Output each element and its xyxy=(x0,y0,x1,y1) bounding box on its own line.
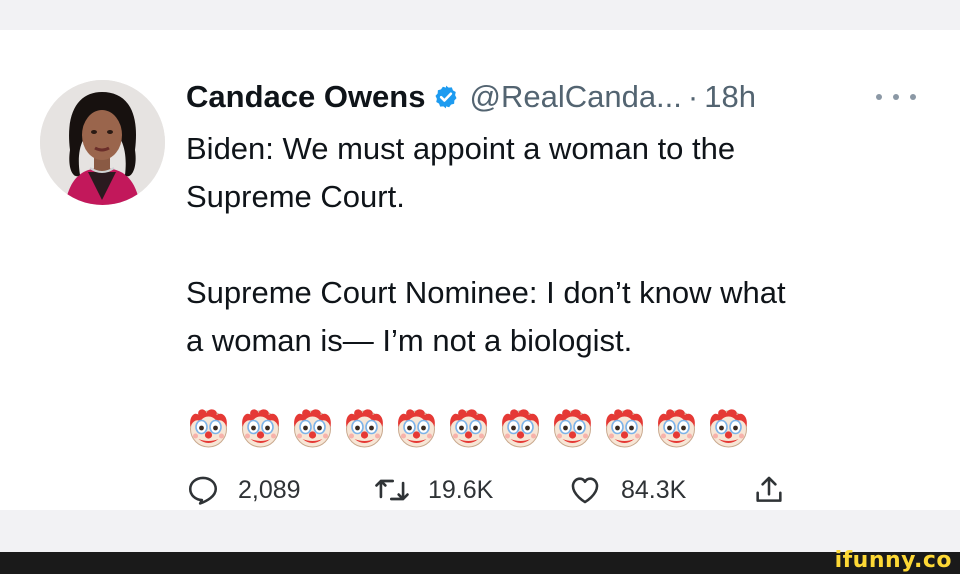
avatar[interactable] xyxy=(40,80,165,205)
tweet-text-line: Supreme Court. xyxy=(186,179,405,214)
more-dot xyxy=(910,94,916,100)
clown-emoji-icon xyxy=(190,409,227,448)
separator: · xyxy=(687,79,699,114)
retweet-icon xyxy=(375,479,409,501)
like-button[interactable]: 84.3K xyxy=(567,470,686,510)
footer-bar xyxy=(0,552,960,574)
author-name[interactable]: Candace Owens xyxy=(186,79,425,115)
clown-emoji-icon xyxy=(294,409,331,448)
like-count: 84.3K xyxy=(621,475,687,504)
more-dot xyxy=(876,94,882,100)
tweet-text-line: Biden: We must appoint a woman to the xyxy=(186,131,736,166)
clown-emoji-icon xyxy=(606,409,643,448)
tweet-text-line: a woman is— I’m not a biologist. xyxy=(186,323,633,358)
tweet-actions: 2,089 19.6K 84.3K xyxy=(186,470,806,510)
verified-badge-icon xyxy=(435,85,457,109)
clown-emoji-icon xyxy=(658,409,695,448)
clown-emoji-row xyxy=(186,405,751,449)
tweet-header: Candace Owens @RealCanda... · 18h xyxy=(186,78,756,116)
clown-emoji-icon xyxy=(346,409,383,448)
retweet-button[interactable]: 19.6K xyxy=(374,470,493,510)
reply-button[interactable]: 2,089 xyxy=(186,470,301,510)
share-button[interactable] xyxy=(752,470,786,510)
tweet-text-line: Supreme Court Nominee: I don’t know what xyxy=(186,275,786,310)
share-icon xyxy=(756,476,782,502)
author-handle[interactable]: @RealCanda... xyxy=(469,79,681,115)
clown-emoji-icon xyxy=(502,409,539,448)
clown-emoji-icon xyxy=(398,409,435,448)
more-icon[interactable] xyxy=(876,86,916,108)
clown-emoji-icon xyxy=(450,409,487,448)
clown-emoji-icon xyxy=(710,409,747,448)
more-dot xyxy=(893,94,899,100)
timestamp[interactable]: 18h xyxy=(704,79,756,115)
ifunny-watermark: ifunny.co xyxy=(834,548,952,573)
reply-icon xyxy=(188,476,218,505)
reply-count: 2,089 xyxy=(238,475,301,504)
tweet-card[interactable]: Candace Owens @RealCanda... · 18h Biden:… xyxy=(0,30,960,510)
clown-emoji-icon xyxy=(242,409,279,448)
tweet-text: Biden: We must appoint a woman to the Su… xyxy=(186,125,926,365)
retweet-count: 19.6K xyxy=(428,475,494,504)
clown-emoji-icon xyxy=(554,409,591,448)
like-icon xyxy=(571,477,599,504)
